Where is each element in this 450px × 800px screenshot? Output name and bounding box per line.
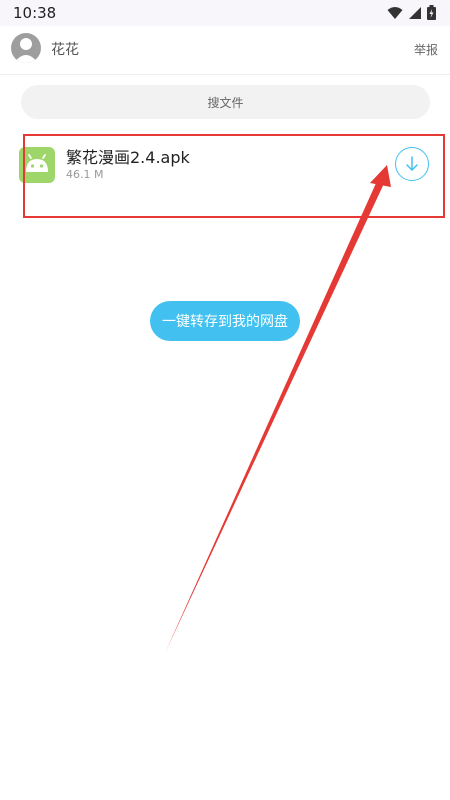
wifi-icon [387,6,403,19]
save-to-drive-button[interactable]: 一键转存到我的网盘 [150,301,300,341]
status-time: 10:38 [13,4,57,22]
avatar[interactable] [11,33,41,63]
report-link[interactable]: 举报 [414,41,438,58]
battery-icon [427,5,436,20]
status-bar: 10:38 [0,0,450,26]
annotation-arrow-shaft [165,172,388,653]
header: 花花 举报 [0,26,450,75]
save-to-drive-label: 一键转存到我的网盘 [162,314,288,330]
user-avatar-icon [14,38,38,63]
annotation-arrow [165,165,391,653]
annotation-highlight-box [23,134,445,218]
user-name: 花花 [51,42,79,58]
search-bar[interactable]: 搜文件 [21,85,430,119]
search-label: 搜文件 [207,95,244,110]
status-icons [387,5,436,20]
signal-icon [409,6,421,19]
